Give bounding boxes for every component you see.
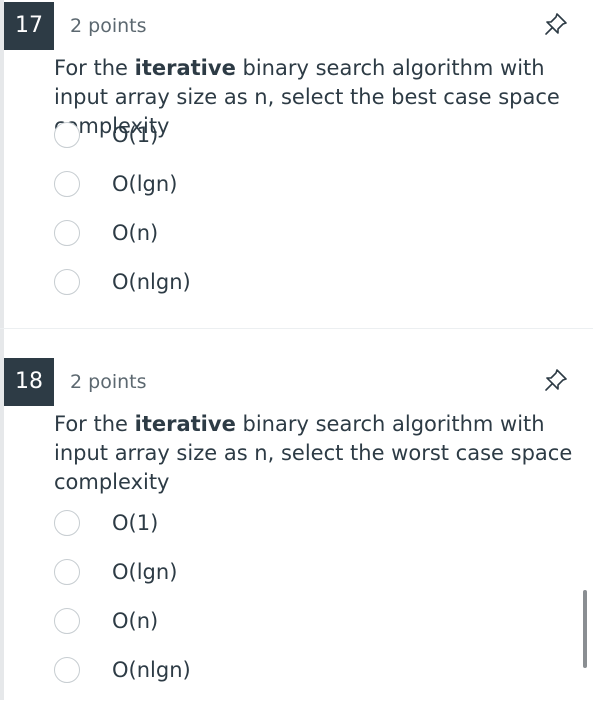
answer-label[interactable]: O(lgn) <box>112 558 177 586</box>
radio-button[interactable] <box>54 657 80 683</box>
question-text: For the iterative binary search algorith… <box>54 410 579 497</box>
answer-label[interactable]: O(n) <box>112 219 158 247</box>
answer-label[interactable]: O(nlgn) <box>112 656 191 684</box>
question-text-bold: iterative <box>134 56 236 80</box>
radio-button[interactable] <box>54 608 80 634</box>
radio-button[interactable] <box>54 559 80 585</box>
question-points: 2 points <box>70 371 147 393</box>
answer-label[interactable]: O(1) <box>112 509 158 537</box>
radio-button[interactable] <box>54 269 80 295</box>
radio-button[interactable] <box>54 171 80 197</box>
question-number: 17 <box>4 2 54 50</box>
scrollbar-thumb[interactable] <box>583 590 587 668</box>
question-number: 18 <box>4 358 54 406</box>
question-text-bold: iterative <box>134 412 236 436</box>
question-points: 2 points <box>70 15 147 37</box>
radio-button[interactable] <box>54 122 80 148</box>
answer-label[interactable]: O(lgn) <box>112 170 177 198</box>
pin-icon[interactable] <box>543 367 569 393</box>
question-17: 17 2 points For the iterative binary sea… <box>0 0 593 328</box>
question-divider <box>0 328 593 329</box>
answer-label[interactable]: O(nlgn) <box>112 268 191 296</box>
answer-label[interactable]: O(1) <box>112 121 158 149</box>
pin-icon[interactable] <box>543 11 569 37</box>
radio-button[interactable] <box>54 220 80 246</box>
question-text-pre: For the <box>54 412 135 436</box>
radio-button[interactable] <box>54 510 80 536</box>
question-18: 18 2 points For the iterative binary sea… <box>0 356 593 700</box>
question-text-pre: For the <box>54 56 135 80</box>
answer-label[interactable]: O(n) <box>112 607 158 635</box>
